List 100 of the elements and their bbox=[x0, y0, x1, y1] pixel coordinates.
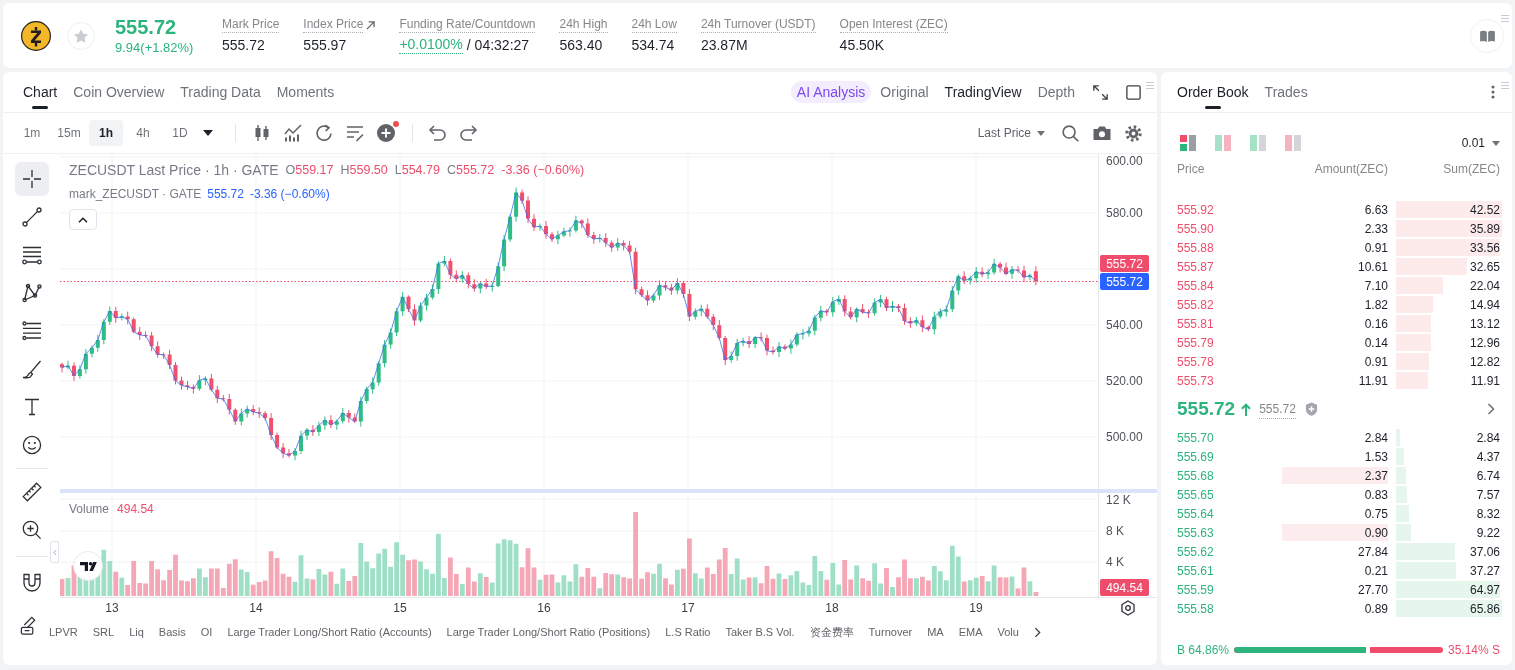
settings-icon[interactable] bbox=[1125, 124, 1142, 142]
chevron-right-icon[interactable] bbox=[1487, 403, 1495, 415]
chart-tab[interactable]: Chart bbox=[23, 72, 58, 112]
add-icon[interactable] bbox=[377, 124, 395, 142]
arrow-up-right-icon[interactable] bbox=[366, 20, 376, 30]
drag-handle-icon[interactable] bbox=[1501, 82, 1509, 89]
chart-view-tab[interactable]: TradingView bbox=[944, 81, 1022, 103]
indicator-tab[interactable]: 资金费率 bbox=[809, 624, 854, 641]
collapse-legend-button[interactable] bbox=[69, 209, 97, 230]
time-axis-label: 14 bbox=[249, 601, 263, 615]
price-axis-label: 540.00 bbox=[1106, 318, 1143, 332]
indicator-tab[interactable]: L.S Ratio bbox=[665, 624, 711, 641]
order-price: 555.70 bbox=[1177, 429, 1214, 447]
collapse-handle[interactable] bbox=[50, 541, 59, 563]
ai-analysis-button[interactable]: AI Analysis bbox=[790, 81, 872, 103]
indicator-tab[interactable]: SRL bbox=[92, 624, 115, 641]
interval-button[interactable]: 1h bbox=[89, 120, 123, 146]
chart-view-tab[interactable]: Depth bbox=[1037, 81, 1075, 103]
chart-tab[interactable]: Trading Data bbox=[180, 72, 261, 112]
precision-dropdown[interactable]: 0.01 bbox=[1461, 134, 1500, 152]
settings-icon[interactable] bbox=[1120, 600, 1136, 616]
camera-icon[interactable] bbox=[1093, 125, 1111, 141]
volume-tag: 494.54 bbox=[1100, 579, 1149, 596]
drag-handle-icon[interactable] bbox=[1146, 82, 1154, 89]
order-price: 555.65 bbox=[1177, 486, 1214, 504]
order-sum: 4.37 bbox=[1476, 448, 1500, 466]
interval-button[interactable]: 1m bbox=[15, 120, 49, 146]
stat-value: 555.72 bbox=[222, 36, 265, 54]
chart-tab[interactable]: Moments bbox=[276, 72, 335, 112]
volume-value: 494.54 bbox=[117, 501, 154, 518]
chevron-right-icon[interactable] bbox=[1033, 627, 1041, 638]
order-amount: 0.75 bbox=[1363, 505, 1388, 522]
chart-view-tab[interactable]: Original bbox=[880, 81, 929, 103]
more-icon[interactable] bbox=[1491, 85, 1495, 99]
price-axis-label: 600.00 bbox=[1106, 154, 1143, 168]
volume-label: Volume bbox=[69, 501, 110, 518]
drawing-tool-button[interactable] bbox=[14, 162, 49, 196]
drag-handle-icon[interactable] bbox=[1501, 15, 1509, 22]
indicator-tab[interactable]: Taker B.S Vol. bbox=[725, 624, 795, 641]
price-axis-label: 500.00 bbox=[1106, 430, 1143, 444]
guide-button[interactable] bbox=[1470, 18, 1504, 53]
caret-down-icon[interactable] bbox=[203, 130, 213, 136]
indicator-tab[interactable]: OI bbox=[200, 624, 213, 641]
stat-value: 23.87M bbox=[700, 36, 748, 54]
template-icon[interactable] bbox=[346, 124, 364, 142]
interval-button[interactable]: 1D bbox=[163, 120, 197, 146]
order-amount: 0.16 bbox=[1363, 315, 1388, 332]
stat-label: 24h High bbox=[559, 17, 608, 33]
order-price: 555.84 bbox=[1177, 277, 1214, 295]
indicator-tab[interactable]: Volu bbox=[997, 624, 1019, 641]
maximize-icon[interactable] bbox=[1126, 84, 1141, 100]
indicator-tab[interactable]: MA bbox=[927, 624, 944, 641]
order-sum: 8.32 bbox=[1476, 505, 1500, 523]
replay-icon[interactable] bbox=[315, 124, 333, 142]
indicator-tab[interactable]: Basis bbox=[158, 624, 186, 641]
mark-price-tag: 555.72 bbox=[1100, 273, 1149, 290]
stat-label: Open Interest (ZEC) bbox=[839, 17, 948, 33]
indicator-tab[interactable]: EMA bbox=[958, 624, 983, 641]
indicator-tab[interactable]: Liq bbox=[129, 624, 144, 641]
order-sum: 37.06 bbox=[1469, 543, 1500, 561]
order-book-tab[interactable]: Order Book bbox=[1177, 72, 1249, 112]
order-book-tab[interactable]: Trades bbox=[1264, 72, 1308, 112]
column-header: Price bbox=[1177, 161, 1205, 178]
funding-rate: +0.0100% bbox=[399, 36, 463, 54]
indicator-tab[interactable]: Turnover bbox=[868, 624, 913, 641]
order-sum: 33.56 bbox=[1469, 239, 1500, 257]
last-price: 555.72 bbox=[115, 14, 177, 39]
order-sum: 42.52 bbox=[1469, 201, 1500, 219]
undo-icon[interactable] bbox=[428, 125, 446, 141]
interval-button[interactable]: 15m bbox=[52, 120, 86, 146]
ohlc-value: C555.72 bbox=[446, 161, 495, 179]
expand-icon[interactable] bbox=[1093, 84, 1108, 100]
pencil-lock-icon[interactable] bbox=[20, 616, 38, 635]
order-sum: 64.97 bbox=[1469, 581, 1500, 599]
indicator-tab[interactable]: Large Trader Long/Short Ratio (Positions) bbox=[446, 624, 651, 641]
interval-button[interactable]: 4h bbox=[126, 120, 160, 146]
chart-logo-icon[interactable] bbox=[73, 551, 103, 581]
order-price: 555.64 bbox=[1177, 505, 1214, 523]
order-amount: 2.37 bbox=[1282, 467, 1388, 484]
indicator-icon[interactable] bbox=[284, 124, 302, 142]
indicator-tab[interactable]: LPVR bbox=[49, 624, 78, 641]
candlestick-icon[interactable] bbox=[253, 124, 271, 142]
order-sum: 22.04 bbox=[1469, 277, 1500, 295]
fibonacci-lines-icon bbox=[21, 321, 42, 341]
redo-icon[interactable] bbox=[460, 125, 478, 141]
price-axis-label: 520.00 bbox=[1106, 374, 1143, 388]
mark-price-value: 555.72 bbox=[207, 186, 244, 203]
indicator-tab[interactable]: Large Trader Long/Short Ratio (Accounts) bbox=[227, 624, 432, 641]
star-icon bbox=[74, 28, 88, 43]
order-amount: 0.91 bbox=[1363, 239, 1388, 256]
brush-icon bbox=[21, 359, 42, 379]
chart-tab[interactable]: Coin Overview bbox=[73, 72, 165, 112]
book-layout-icon[interactable] bbox=[1180, 135, 1196, 151]
order-price: 555.69 bbox=[1177, 448, 1214, 466]
order-sum: 9.22 bbox=[1476, 524, 1500, 542]
price-source-dropdown[interactable]: Last Price bbox=[977, 124, 1045, 142]
ohlc-value: L554.79 bbox=[394, 161, 440, 179]
order-amount: 1.82 bbox=[1363, 296, 1388, 313]
search-icon[interactable] bbox=[1062, 124, 1079, 142]
order-amount: 10.61 bbox=[1356, 258, 1388, 275]
